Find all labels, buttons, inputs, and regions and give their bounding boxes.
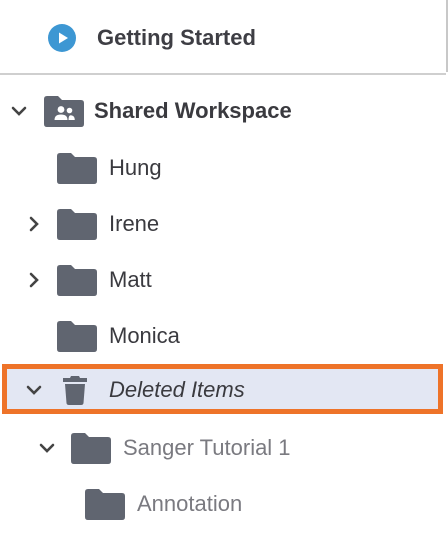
tree-item-label: Monica (109, 323, 180, 348)
tree-item-label: Shared Workspace (94, 98, 292, 123)
play-circle-icon (48, 24, 76, 52)
tree-item-label: Annotation (137, 491, 243, 516)
tree-item-label: Sanger Tutorial 1 (123, 435, 291, 460)
tree-item-hung[interactable]: Hung (0, 146, 446, 190)
tree-item-label: Matt (109, 267, 152, 292)
tree-item-monica[interactable]: Monica (0, 314, 446, 358)
getting-started-link[interactable]: Getting Started (48, 22, 256, 54)
folder-icon (57, 321, 97, 352)
chevron-right-icon[interactable] (25, 271, 43, 289)
folder-icon (71, 433, 111, 464)
section-divider (0, 73, 446, 75)
folder-icon (57, 153, 97, 184)
people-folder-icon (44, 96, 84, 127)
tree-item-label: Deleted Items (109, 377, 245, 402)
tree-item-irene[interactable]: Irene (0, 202, 446, 246)
trash-icon (63, 376, 87, 405)
tree-item-sanger-tutorial-1[interactable]: Sanger Tutorial 1 (0, 426, 446, 470)
folder-icon (57, 209, 97, 240)
tree-item-deleted-items[interactable]: Deleted Items (0, 368, 446, 412)
folder-icon (57, 265, 97, 296)
tree-item-label: Hung (109, 155, 162, 180)
tree-item-shared-workspace[interactable]: Shared Workspace (0, 89, 446, 133)
chevron-right-icon[interactable] (25, 215, 43, 233)
folder-icon (85, 489, 125, 520)
chevron-down-icon[interactable] (38, 439, 56, 457)
chevron-down-icon[interactable] (25, 381, 43, 399)
tree-item-annotation[interactable]: Annotation (0, 482, 446, 526)
tree-item-label: Irene (109, 211, 160, 236)
getting-started-label: Getting Started (97, 25, 256, 50)
top-section: Getting Started (0, 0, 446, 74)
tree-item-matt[interactable]: Matt (0, 258, 446, 302)
chevron-down-icon[interactable] (10, 102, 28, 120)
